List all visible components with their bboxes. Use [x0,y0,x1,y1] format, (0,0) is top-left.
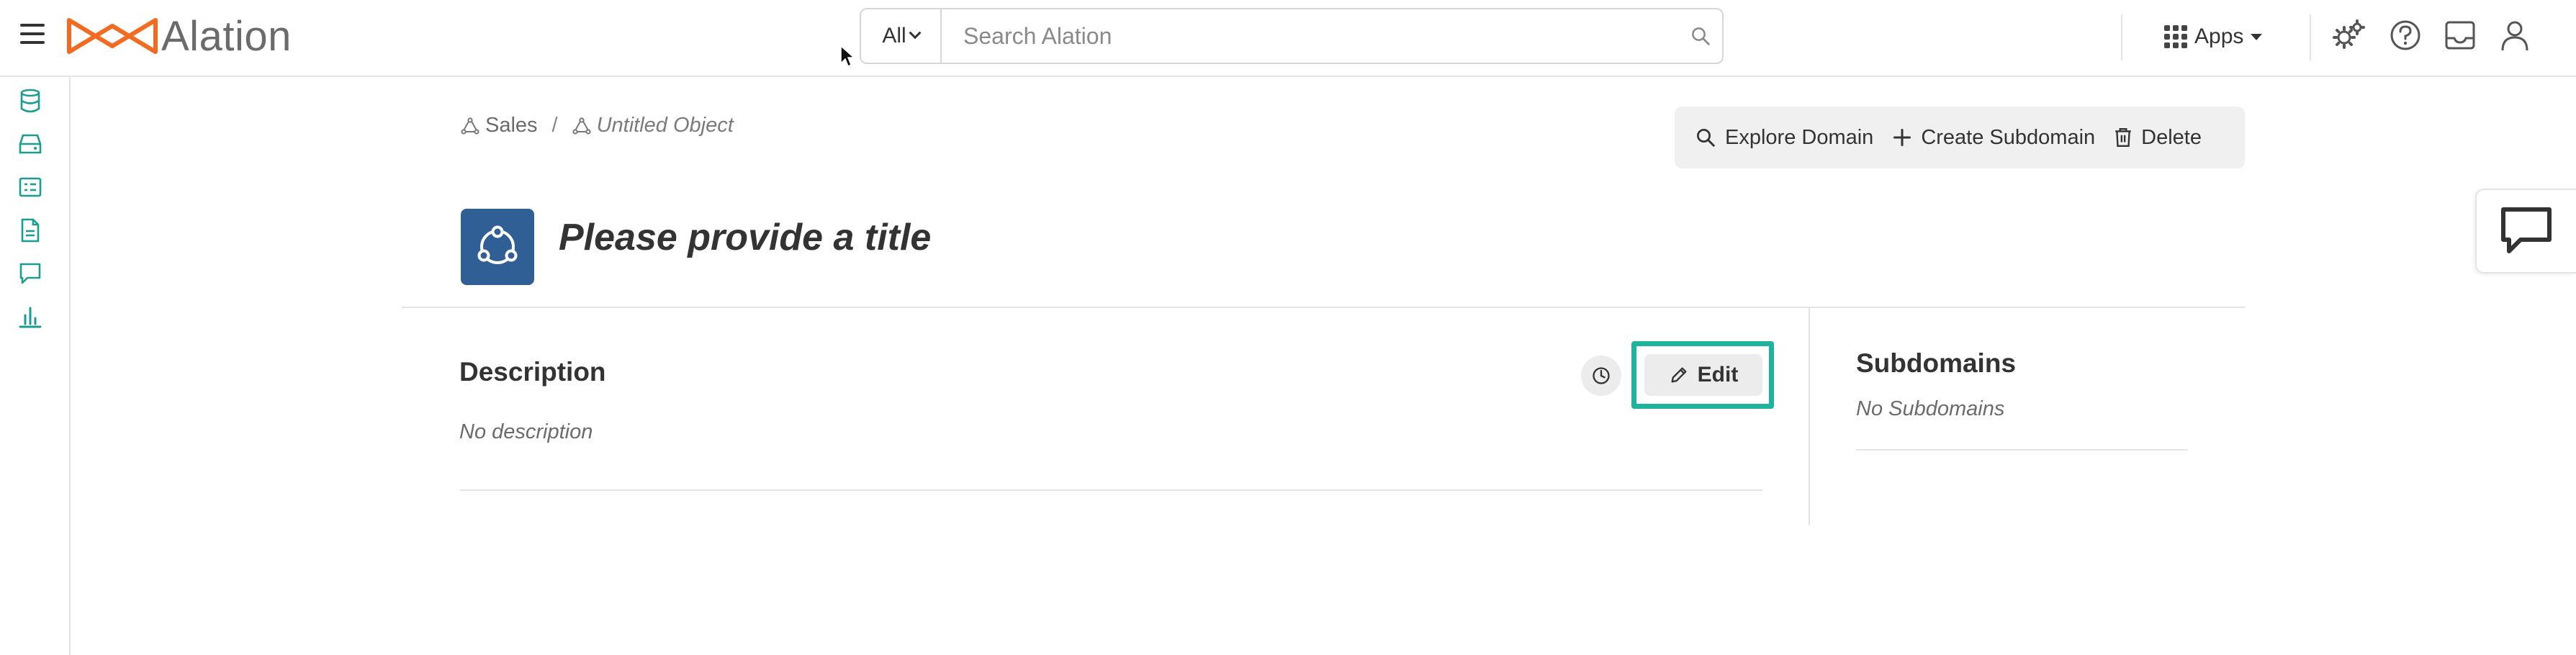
plus-icon [1893,128,1911,147]
breadcrumb: Sales / Untitled Object [461,114,734,137]
left-nav [0,77,71,655]
user-icon[interactable] [2495,16,2534,55]
trash-icon [2115,127,2131,148]
domain-icon [461,117,479,135]
breadcrumb-current: Untitled Object [572,114,734,137]
create-subdomain-label: Create Subdomain [1921,125,2096,149]
chevron-down-icon [909,27,922,40]
domain-icon [572,117,591,135]
mouse-cursor-icon [840,45,855,68]
alation-logo[interactable]: Alation [66,12,311,60]
apps-menu-button[interactable]: Apps [2164,19,2263,55]
top-bar: Alation All Apps [0,0,2576,77]
apps-grid-icon [2164,25,2187,48]
action-bar: Explore Domain Create Subdomain Delete [1675,107,2245,168]
chat-widget-button[interactable] [2475,189,2576,274]
description-empty-text: No description [459,420,593,443]
caret-down-icon [2251,33,2263,40]
page-title[interactable]: Please provide a title [559,216,931,259]
alation-logo-icon [67,18,158,54]
inbox-icon[interactable] [2441,16,2480,55]
breadcrumb-root[interactable]: Sales [461,114,538,137]
subdomains-heading: Subdomains [1856,348,2017,378]
edit-label: Edit [1697,363,1739,387]
history-button[interactable] [1581,356,1621,396]
description-divider [459,489,1762,491]
database-icon[interactable] [17,88,43,114]
document-icon[interactable] [17,217,43,243]
breadcrumb-current-label: Untitled Object [596,114,734,137]
explore-domain-label: Explore Domain [1725,125,1874,149]
pencil-icon [1671,367,1687,383]
brand-name: Alation [161,12,292,60]
column-divider [1809,308,1810,525]
search-icon[interactable] [1679,9,1722,63]
conversations-icon[interactable] [17,261,43,286]
admin-settings-icon[interactable] [2330,16,2369,55]
search-bar: All [860,8,1724,64]
section-divider [402,307,2245,308]
help-icon[interactable] [2386,16,2425,55]
subdomains-empty-text: No Subdomains [1856,397,2005,420]
delete-label: Delete [2141,125,2202,149]
search-scope-label: All [882,24,906,48]
description-heading: Description [459,357,606,387]
analytics-icon[interactable] [17,304,43,330]
search-scope-select[interactable]: All [861,9,942,63]
breadcrumb-root-label: Sales [485,114,538,137]
catalog-icon[interactable] [17,174,43,200]
topbar-divider [2310,14,2311,60]
storage-icon[interactable] [17,131,43,157]
chat-bubble-icon [2501,207,2552,253]
search-icon [1697,129,1715,147]
explore-domain-button[interactable]: Explore Domain [1695,126,1873,150]
topbar-divider [2121,14,2122,60]
breadcrumb-separator: / [551,114,558,137]
apps-label: Apps [2194,24,2244,48]
subdomains-divider [1856,449,2187,451]
delete-button[interactable]: Delete [2114,126,2202,150]
create-subdomain-button[interactable]: Create Subdomain [1892,126,2095,150]
edit-button[interactable]: Edit [1644,354,1762,396]
search-input[interactable] [942,9,1679,63]
domain-icon [461,209,534,285]
menu-icon[interactable] [20,24,45,44]
clock-icon [1593,367,1610,384]
